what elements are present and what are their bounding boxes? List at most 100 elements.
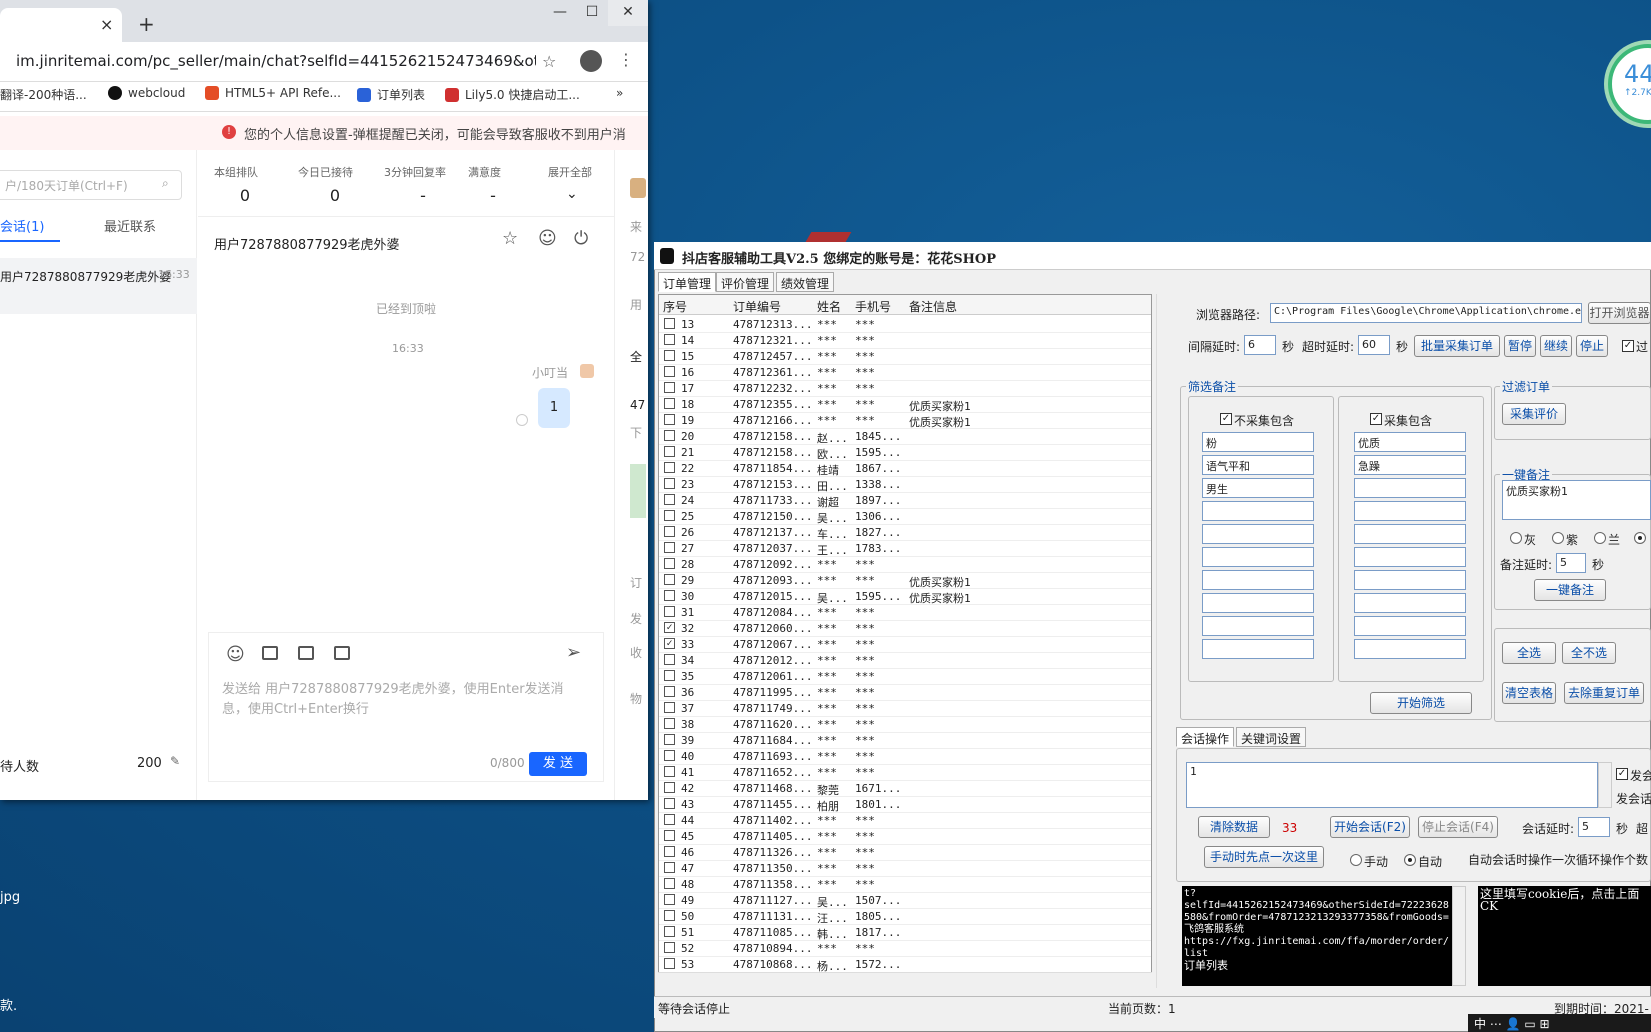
start-filter-button[interactable]: 开始筛选 [1370, 692, 1472, 714]
row-checkbox[interactable] [664, 958, 675, 969]
cookie-input[interactable]: 这里填写cookie后，点击上面CK [1478, 886, 1651, 986]
include-items-input[interactable]: 优质 [1354, 432, 1466, 452]
row-checkbox[interactable] [664, 798, 675, 809]
row-checkbox[interactable] [664, 766, 675, 777]
table-scrollbar[interactable] [1156, 294, 1172, 988]
row-checkbox[interactable] [664, 414, 675, 425]
chevron-down-icon[interactable]: ⌄ [566, 186, 578, 202]
table-row[interactable]: 53 478710868... 杨... 1572... [659, 957, 1151, 973]
message-input[interactable]: 发送给 用户7287880877929老虎外婆，使用Enter发送消息，使用Ct… [222, 680, 582, 720]
exclude-items-input[interactable] [1202, 570, 1314, 590]
table-row[interactable]: 22 478711854... 桂靖 1867... [659, 461, 1151, 477]
minimize-button[interactable]: — [544, 0, 576, 26]
clear-table-button[interactable]: 清空表格 [1502, 682, 1556, 704]
table-row[interactable]: 19 478712166... *** *** 优质买家粉1 [659, 413, 1151, 429]
row-checkbox[interactable] [664, 350, 675, 361]
row-checkbox[interactable]: ✓ [664, 638, 675, 649]
emoji-icon[interactable]: ☺ [226, 644, 245, 665]
onekey-note-input[interactable]: 优质买家粉1 [1502, 480, 1651, 520]
table-row[interactable]: 44 478711402... *** *** [659, 813, 1151, 829]
bookmark-translate[interactable]: 翻译-200种语... [0, 86, 87, 103]
table-row[interactable]: 38 478711620... *** *** [659, 717, 1151, 733]
batch-collect-button[interactable]: 批量采集订单 [1414, 335, 1500, 357]
auto-radio[interactable] [1404, 854, 1416, 866]
manual-radio[interactable] [1350, 854, 1362, 866]
video-icon[interactable] [298, 646, 314, 660]
table-row[interactable]: 49 478711127... 吴... 1507... [659, 893, 1151, 909]
bookmark-webcloud[interactable]: webcloud [108, 86, 185, 100]
table-row[interactable]: 23 478712153... 田... 1338... [659, 477, 1151, 493]
resume-button[interactable]: 继续 [1540, 335, 1572, 357]
table-row[interactable]: 39 478711684... *** *** [659, 733, 1151, 749]
row-checkbox[interactable] [664, 814, 675, 825]
col-phone[interactable]: 手机号 [855, 298, 891, 315]
filter-checkbox[interactable]: ✓ [1622, 340, 1634, 352]
tab-close-icon[interactable]: × [100, 15, 113, 34]
exclude-items-input[interactable]: 语气平和 [1202, 455, 1314, 475]
row-checkbox[interactable] [664, 398, 675, 409]
row-checkbox[interactable] [664, 926, 675, 937]
table-row[interactable]: 25 478712150... 吴... 1306... [659, 509, 1151, 525]
tab-session-ops[interactable]: 会话操作 [1176, 727, 1235, 747]
url-input[interactable]: im.jinritemai.com/pc_seller/main/chat?se… [16, 52, 536, 70]
tab-order-manage[interactable]: 订单管理 [658, 272, 717, 292]
power-icon[interactable]: ⏻ [574, 228, 588, 249]
include-items-input[interactable] [1354, 501, 1466, 521]
row-checkbox[interactable] [664, 910, 675, 921]
row-checkbox[interactable] [664, 526, 675, 537]
row-checkbox[interactable]: ✓ [664, 622, 675, 633]
browser-path-input[interactable]: C:\Program Files\Google\Chrome\Applicati… [1270, 303, 1582, 323]
exclude-items-input[interactable]: 粉 [1202, 432, 1314, 452]
menu-icon[interactable]: ⋮ [618, 50, 634, 69]
table-row[interactable]: 28 478712092... *** *** [659, 557, 1151, 573]
table-row[interactable]: 37 478711749... *** *** [659, 701, 1151, 717]
table-row[interactable]: 52 478710894... *** *** [659, 941, 1151, 957]
color-radio-gray[interactable] [1510, 532, 1522, 544]
star-icon[interactable]: ☆ [542, 52, 556, 71]
tab-active-sessions[interactable]: 会话(1) [0, 216, 44, 235]
table-row[interactable]: 43 478711455... 柏朋 1801... [659, 797, 1151, 813]
collect-review-button[interactable]: 采集评价 [1502, 403, 1566, 425]
tab-recent-contacts[interactable]: 最近联系 [104, 216, 156, 235]
profile-icon[interactable] [580, 50, 602, 72]
include-items-input[interactable] [1354, 478, 1466, 498]
table-row[interactable]: 48 478711358... *** *** [659, 877, 1151, 893]
close-button[interactable]: ✕ [608, 0, 648, 26]
exclude-items-input[interactable] [1202, 547, 1314, 567]
exclude-items-input[interactable]: 男生 [1202, 478, 1314, 498]
note-delay-input[interactable]: 5 [1556, 553, 1586, 573]
color-radio-blue[interactable] [1594, 532, 1606, 544]
star-icon[interactable]: ☆ [502, 228, 518, 249]
row-checkbox[interactable] [664, 878, 675, 889]
session-message-input[interactable]: 1 [1186, 762, 1598, 808]
exclude-checkbox[interactable]: ✓ [1220, 413, 1232, 425]
table-row[interactable]: 13 478712313... *** *** [659, 317, 1151, 333]
log-output[interactable]: t? selfId=4415262152473469&otherSideId=7… [1182, 886, 1452, 986]
row-checkbox[interactable] [664, 846, 675, 857]
clear-data-button[interactable]: 清除数据 [1198, 816, 1270, 838]
tab-performance-manage[interactable]: 绩效管理 [776, 272, 835, 292]
session-search-input[interactable]: 户/180天订单(Ctrl+F) [0, 170, 182, 200]
exclude-items-input[interactable] [1202, 593, 1314, 613]
tab-review-manage[interactable]: 评价管理 [716, 272, 775, 292]
table-row[interactable]: 41 478711652... *** *** [659, 765, 1151, 781]
row-checkbox[interactable] [664, 494, 675, 505]
include-items-input[interactable] [1354, 547, 1466, 567]
row-checkbox[interactable] [664, 686, 675, 697]
row-checkbox[interactable] [664, 590, 675, 601]
send-button[interactable]: 发 送 [529, 752, 587, 776]
row-checkbox[interactable] [664, 574, 675, 585]
include-items-input[interactable] [1354, 639, 1466, 659]
table-row[interactable]: 20 478712158... 赵... 1845... [659, 429, 1151, 445]
table-row[interactable]: 51 478711085... 韩... 1817... [659, 925, 1151, 941]
table-row[interactable]: 15 478712457... *** *** [659, 349, 1151, 365]
maximize-button[interactable]: ☐ [576, 0, 608, 26]
row-checkbox[interactable] [664, 334, 675, 345]
interval-input[interactable]: 6 [1244, 335, 1276, 355]
send-session-checkbox[interactable]: ✓ [1616, 768, 1628, 780]
include-items-input[interactable] [1354, 616, 1466, 636]
exclude-items-input[interactable] [1202, 501, 1314, 521]
col-name[interactable]: 姓名 [817, 298, 841, 315]
table-row[interactable]: 35 478712061... *** *** [659, 669, 1151, 685]
log-scrollbar[interactable] [1452, 886, 1466, 986]
